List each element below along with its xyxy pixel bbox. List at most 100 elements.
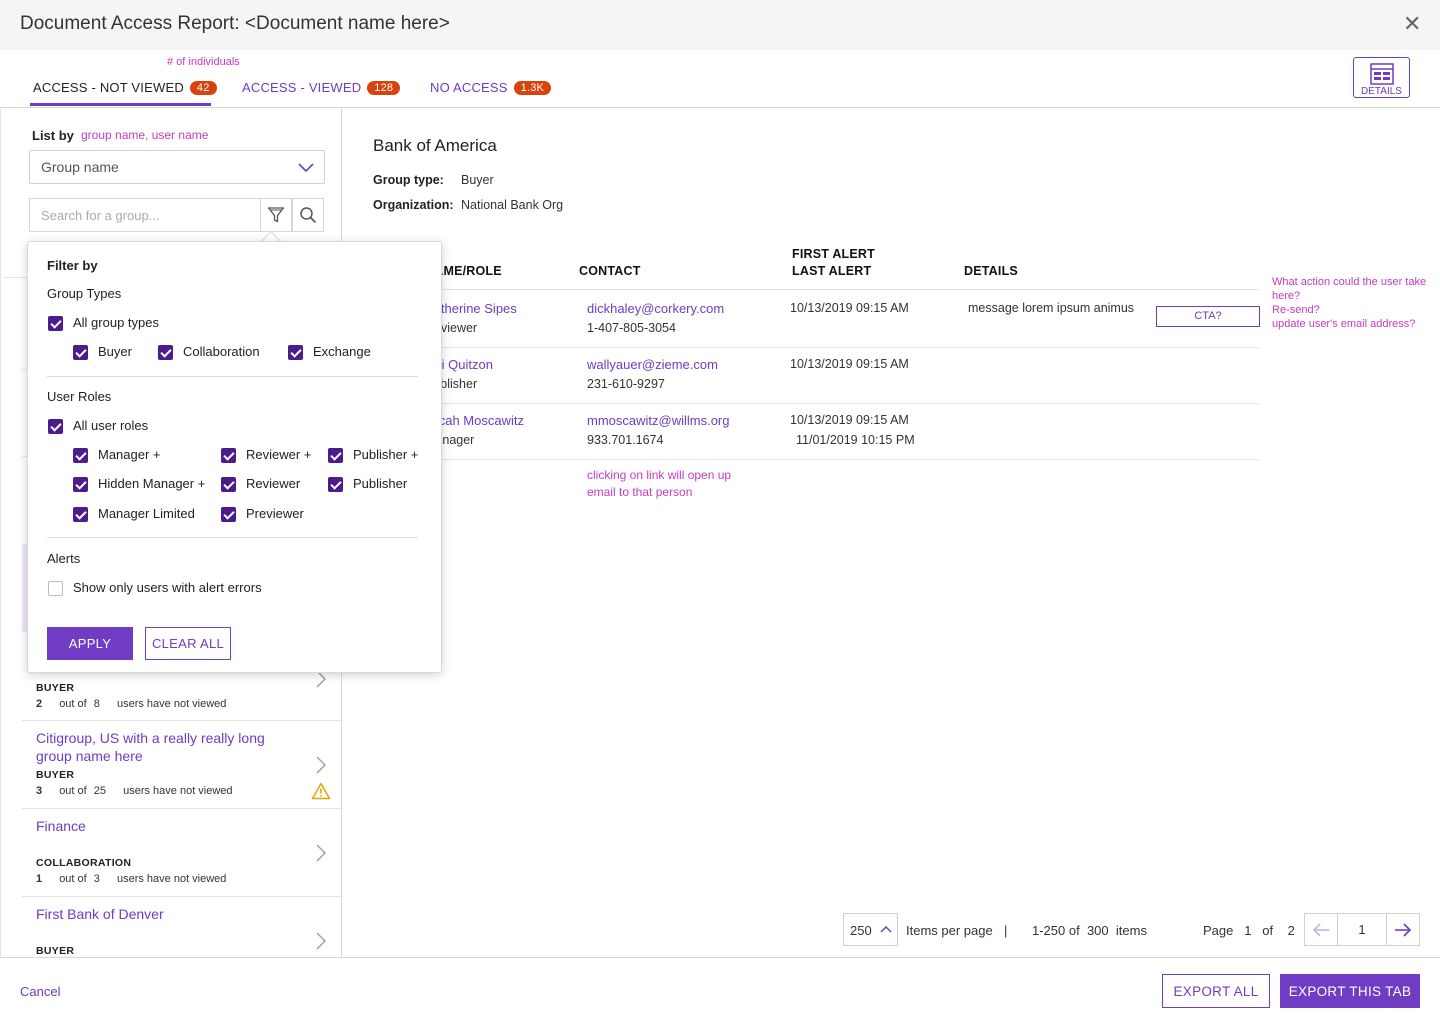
role-publisher-plus-checkbox[interactable] [328,448,343,463]
link-annotation: clicking on link will open up email to t… [587,468,732,499]
group-count: 2 out of 8 users have not viewed [36,698,227,710]
filter-divider [47,376,418,377]
role-manager-limited-checkbox[interactable] [73,507,88,522]
pagination-separator: | [1004,923,1008,938]
all-group-types-checkbox[interactable] [48,316,63,331]
tab-no-access[interactable]: NO ACCESS 1.3K [430,80,552,95]
role-label: Publisher + [353,447,419,462]
list-by-note: group name, user name [81,128,209,142]
export-all-button[interactable]: EXPORT ALL [1162,974,1270,1008]
apply-button[interactable]: APPLY [47,627,133,660]
first-alert-date: 10/13/2019 09:15 AM [790,413,909,427]
list-item[interactable]: First Bank of Denver BUYER [22,897,342,957]
role-label: Previewer [246,506,304,521]
group-count: 1 out of 3 users have not viewed [36,873,227,885]
buyer-label: Buyer [98,344,132,359]
clear-all-button[interactable]: CLEAR ALL [145,627,231,660]
role-hidden-manager-plus-checkbox[interactable] [73,477,88,492]
role-label: Manager + [98,447,161,462]
items-per-page-label: Items per page [906,923,993,938]
all-user-roles-label: All user roles [73,418,149,433]
cta-annotation: What action could the user take here? [1272,276,1427,302]
group-type: BUYER [36,945,75,957]
details-button[interactable]: DETAILS [1353,57,1410,98]
group-type-value: Buyer [461,173,494,187]
next-page-button[interactable] [1386,913,1420,946]
cta-annotation-resend: Re-send? [1272,304,1320,316]
user-email-link[interactable]: wallyauer@zieme.com [587,357,718,372]
filter-divider [47,537,418,538]
last-alert-date: 11/01/2019 10:15 PM [796,433,915,447]
chevron-right-icon [316,844,326,862]
cancel-link[interactable]: Cancel [20,984,60,999]
tab-label: ACCESS - NOT VIEWED [33,80,184,95]
user-email-link[interactable]: dickhaley@corkery.com [587,301,724,316]
filter-button[interactable] [260,198,292,232]
all-user-roles-checkbox[interactable] [48,419,63,434]
filter-title: Filter by [47,258,98,273]
search-button[interactable] [292,198,324,232]
user-phone: 231-610-9297 [587,377,665,391]
group-type: BUYER [36,682,75,694]
table-row-divider [342,347,1259,348]
alert-errors-checkbox[interactable] [48,581,63,596]
chevron-down-icon [298,163,314,172]
list-item[interactable]: Citigroup, US with a really really long … [22,721,342,809]
role-label: Manager Limited [98,506,195,521]
user-roles-heading: User Roles [47,389,112,404]
col-first-alert: FIRST ALERT [792,247,875,261]
alert-errors-label: Show only users with alert errors [73,580,262,595]
group-type: BUYER [36,769,75,781]
tab-count-badge: 42 [189,81,217,95]
role-reviewer-checkbox[interactable] [221,477,236,492]
first-alert-date: 10/13/2019 09:15 AM [790,301,909,315]
funnel-icon [267,207,285,223]
exchange-label: Exchange [313,344,371,359]
page-title: Document Access Report: <Document name h… [20,13,450,34]
footer-divider [0,957,1440,958]
alerts-heading: Alerts [47,551,81,566]
arrow-right-icon [1395,922,1412,937]
user-phone: 1-407-805-3054 [587,321,676,335]
org-name: Bank of America [373,136,497,155]
search-icon [300,207,317,224]
list-item[interactable]: Finance COLLABORATION 1 out of 3 users h… [22,809,342,897]
table-divider [342,289,1259,290]
prev-page-button[interactable] [1304,913,1338,946]
role-publisher-checkbox[interactable] [328,477,343,492]
role-label: Publisher [353,476,408,491]
group-count: 3 out of 25 users have not viewed [36,785,233,797]
list-divider [4,277,28,278]
list-by-select[interactable]: Group name [29,150,325,184]
search-input[interactable] [29,198,261,232]
filter-popup: Filter by Group Types All group types Bu… [27,241,442,673]
tab-access-viewed[interactable]: ACCESS - VIEWED 128 [242,80,401,95]
group-type: COLLABORATION [36,857,132,869]
role-previewer-checkbox[interactable] [221,507,236,522]
group-name[interactable]: Finance [36,817,86,835]
page-number-input[interactable]: 1 [1337,913,1387,946]
tab-count-badge: 128 [367,81,401,95]
buyer-checkbox[interactable] [73,345,88,360]
role-label: Reviewer [246,476,301,491]
items-per-page-select[interactable]: 250 [843,913,898,946]
details-message: message lorem ipsum animus [968,301,1135,315]
per-page-value: 250 [850,923,872,938]
user-email-link[interactable]: mmoscawitz@willms.org [587,413,730,428]
role-manager-plus-checkbox[interactable] [73,448,88,463]
export-this-tab-button[interactable]: EXPORT THIS TAB [1280,974,1420,1008]
group-name[interactable]: First Bank of Denver [36,905,164,923]
user-phone: 933.701.1674 [587,433,664,447]
close-icon[interactable]: ✕ [1403,11,1421,37]
role-label: Reviewer + [246,447,312,462]
select-value: Group name [41,159,119,175]
tab-count-badge: 1.3K [513,81,552,95]
tabs-annotation: # of individuals [167,56,240,68]
cta-button[interactable]: CTA? [1156,306,1260,327]
exchange-checkbox[interactable] [288,345,303,360]
tab-access-not-viewed[interactable]: ACCESS - NOT VIEWED 42 [33,80,217,95]
role-label: Hidden Manager + [98,476,206,491]
role-reviewer-plus-checkbox[interactable] [221,448,236,463]
group-name[interactable]: Citigroup, US with a really really long … [36,729,286,765]
collaboration-checkbox[interactable] [158,345,173,360]
